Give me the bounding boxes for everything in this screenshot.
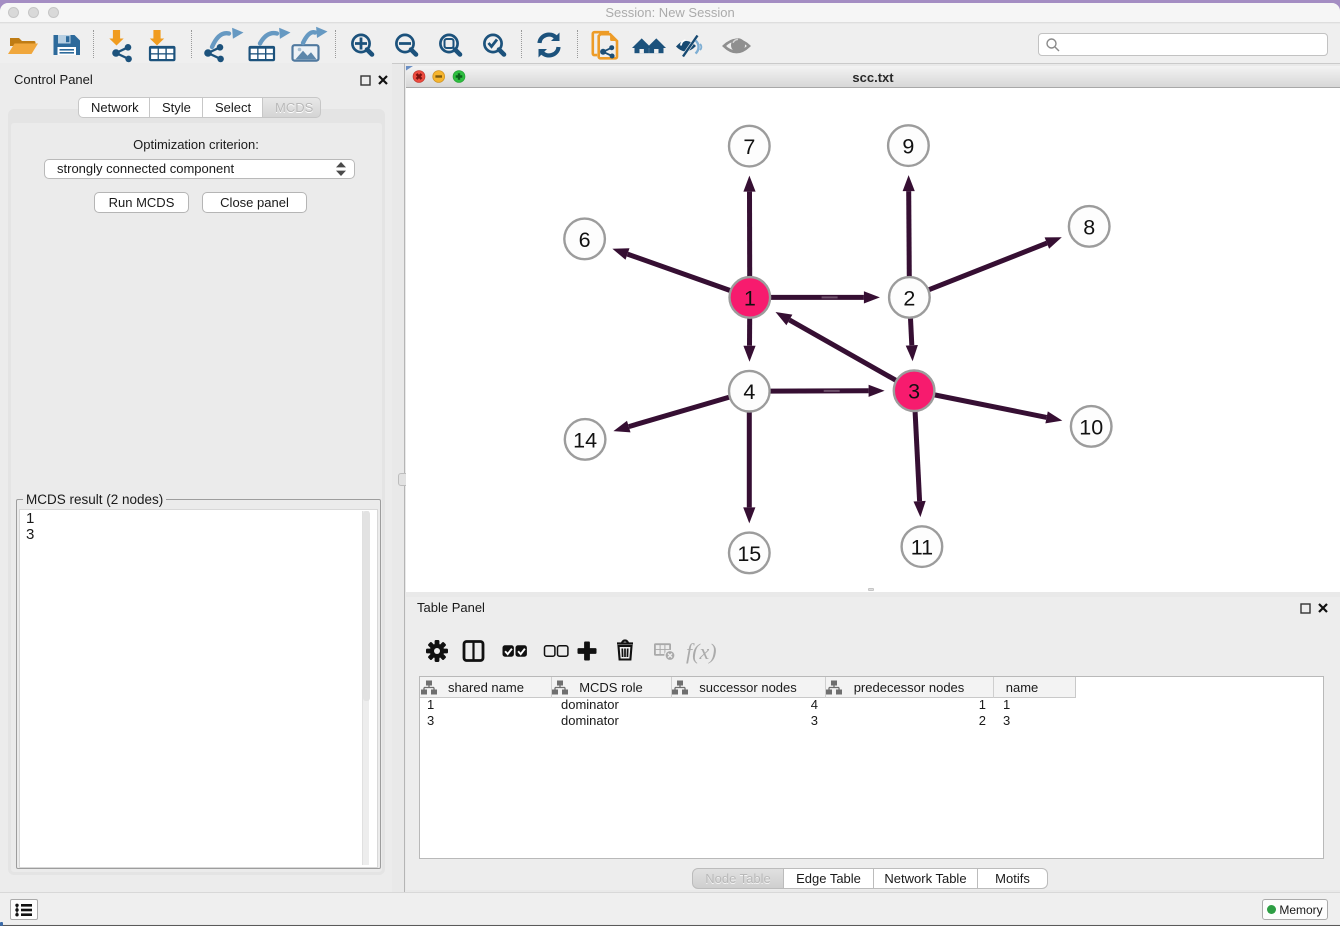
svg-text:MCDS role: MCDS role [579, 680, 643, 695]
svg-text:4: 4 [743, 380, 755, 404]
svg-text:7: 7 [743, 135, 755, 159]
svg-text:6: 6 [579, 228, 591, 252]
svg-text:10: 10 [1079, 415, 1103, 439]
svg-text:predecessor nodes: predecessor nodes [854, 680, 965, 695]
svg-text:14: 14 [573, 428, 597, 452]
svg-text:11: 11 [911, 536, 933, 560]
svg-text:f(x): f(x) [686, 639, 717, 664]
svg-text:1: 1 [744, 286, 756, 310]
svg-text:name: name [1006, 680, 1039, 695]
svg-text:9: 9 [902, 135, 914, 159]
svg-text:15: 15 [737, 542, 761, 566]
svg-text:shared name: shared name [448, 680, 524, 695]
svg-text:2: 2 [903, 286, 915, 310]
svg-text:successor nodes: successor nodes [699, 680, 797, 695]
svg-text:8: 8 [1083, 215, 1095, 239]
svg-text:3: 3 [908, 380, 920, 404]
